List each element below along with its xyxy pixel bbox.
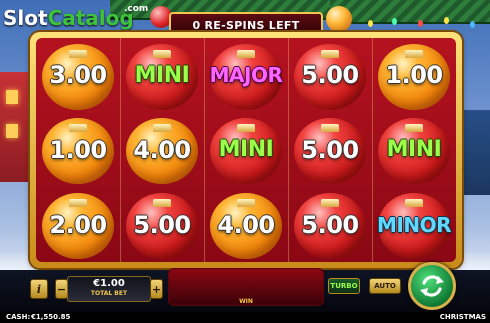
total-bet-value: €1.00	[93, 278, 125, 289]
reel-separator	[204, 38, 205, 262]
bauble-cap	[405, 124, 423, 133]
mini-jackpot-label: MINI	[134, 62, 190, 88]
reel-cell: MINI	[120, 38, 204, 113]
bauble-cap	[405, 49, 423, 58]
cash-prize-value: 3.00	[49, 61, 107, 90]
mini-jackpot-label: MINI	[386, 137, 442, 163]
reel-cell: 1.00	[372, 38, 456, 113]
cash-prize-value: 2.00	[49, 210, 107, 239]
string-light	[368, 20, 373, 27]
bauble-cap	[237, 199, 255, 208]
cash-label: CASH:	[6, 313, 31, 321]
reel-cell: MINI	[372, 113, 456, 188]
logo-text-suffix: .com	[124, 4, 149, 14]
house-window	[6, 124, 18, 138]
ornament-decoration	[326, 6, 352, 32]
bauble-cap	[153, 199, 171, 208]
reel-grid: 3.00 MINI MAJOR 5.00 1.00 1.00 4.00 MINI 5.00 MIN…	[36, 38, 456, 262]
win-label: WIN	[239, 298, 253, 305]
reel-cell: 3.00	[36, 38, 120, 113]
reel-separator	[288, 38, 289, 262]
bauble-cap	[405, 199, 423, 208]
plus-icon: +	[151, 282, 162, 296]
respins-left-text: 0 RE-SPINS LEFT	[192, 18, 300, 32]
cash-prize-value: 5.00	[301, 135, 359, 164]
reel-cell: 4.00	[204, 187, 288, 262]
minor-jackpot-label: MINOR	[377, 212, 451, 237]
house-window	[6, 90, 18, 104]
cash-prize-value: 1.00	[385, 61, 443, 90]
spin-button[interactable]	[408, 262, 456, 310]
reel-separator	[372, 38, 373, 262]
bauble-cap	[153, 124, 171, 133]
cash-value: €1,550.85	[31, 313, 71, 321]
reel-cell: MAJOR	[204, 38, 288, 113]
bet-increase-button[interactable]: +	[150, 279, 163, 299]
turbo-button[interactable]: TURBO	[328, 278, 360, 294]
bauble-cap	[237, 49, 255, 58]
auto-label: AUTO	[374, 282, 396, 290]
reel-cell: 5.00	[288, 187, 372, 262]
total-bet-label: TOTAL BET	[90, 290, 128, 297]
reel-cell: 2.00	[36, 187, 120, 262]
cash-prize-value: 4.00	[217, 210, 275, 239]
string-light	[392, 18, 397, 25]
bauble-cap	[237, 124, 255, 133]
reel-cell: MINOR	[372, 187, 456, 262]
garland-right	[330, 0, 490, 24]
turbo-label: TURBO	[330, 282, 358, 290]
bauble-cap	[69, 49, 87, 58]
cash-prize-value: 4.00	[133, 135, 191, 164]
status-bar: CASH: €1,550.85 CHRISTMAS	[0, 312, 490, 323]
reel-cell: 1.00	[36, 113, 120, 188]
string-light	[418, 20, 423, 27]
bauble-cap	[321, 124, 339, 133]
reel-cell: 4.00	[120, 113, 204, 188]
major-jackpot-label: MAJOR	[209, 63, 283, 88]
reel-cell: 5.00	[120, 187, 204, 262]
info-button[interactable]: i	[30, 279, 48, 299]
cash-prize-value: 5.00	[133, 210, 191, 239]
reel-cell: 5.00	[288, 113, 372, 188]
minus-icon: −	[56, 282, 67, 296]
bauble-cap	[321, 199, 339, 208]
cash-prize-value: 1.00	[49, 135, 107, 164]
cash-prize-value: 5.00	[301, 210, 359, 239]
house-right	[460, 110, 490, 195]
reel-cell: 5.00	[288, 38, 372, 113]
bauble-cap	[69, 199, 87, 208]
bauble-cap	[69, 124, 87, 133]
game-name: CHRISTMAS	[439, 313, 486, 321]
refresh-arrows-icon	[420, 275, 444, 297]
mini-jackpot-label: MINI	[218, 137, 274, 163]
bauble-cap	[321, 49, 339, 58]
string-light	[470, 21, 475, 28]
win-display: WIN	[168, 268, 324, 306]
logo-text-slot: Slot	[3, 6, 48, 30]
autoplay-button[interactable]: AUTO	[369, 278, 401, 294]
total-bet-display: €1.00 TOTAL BET	[67, 276, 151, 302]
reel-cell: MINI	[204, 113, 288, 188]
info-icon: i	[36, 282, 42, 296]
reel-separator	[120, 38, 121, 262]
logo-text-catalog: Catalog	[47, 6, 134, 30]
string-light	[444, 17, 449, 24]
bauble-cap	[153, 49, 171, 58]
cash-prize-value: 5.00	[301, 61, 359, 90]
